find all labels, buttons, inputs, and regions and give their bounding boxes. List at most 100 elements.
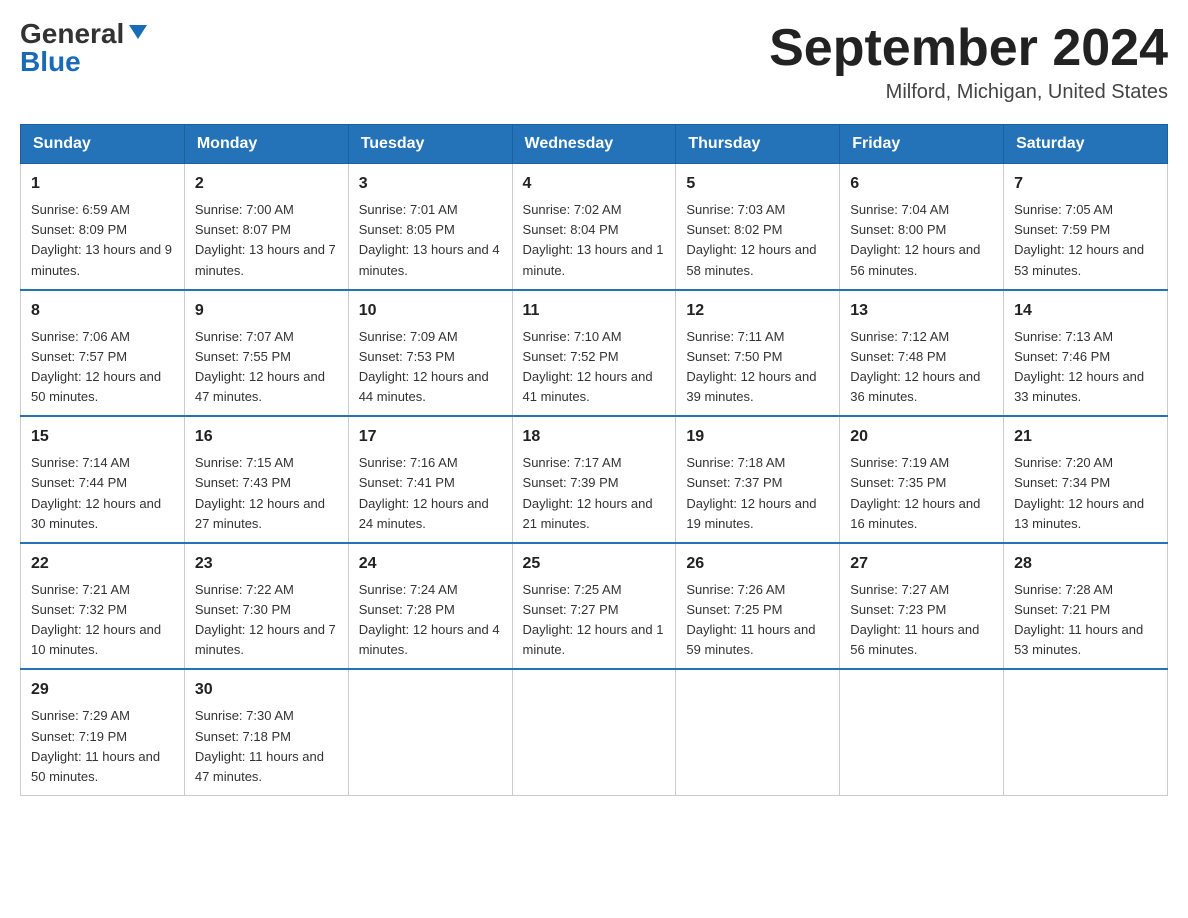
day-info: Sunrise: 7:13 AMSunset: 7:46 PMDaylight:… — [1014, 327, 1157, 408]
day-info: Sunrise: 7:25 AMSunset: 7:27 PMDaylight:… — [523, 580, 666, 661]
day-number: 30 — [195, 678, 338, 702]
calendar-cell: 14 Sunrise: 7:13 AMSunset: 7:46 PMDayligh… — [1004, 290, 1168, 417]
calendar-cell: 4 Sunrise: 7:02 AMSunset: 8:04 PMDaylight… — [512, 164, 676, 290]
day-number: 27 — [850, 552, 993, 576]
day-info: Sunrise: 7:19 AMSunset: 7:35 PMDaylight:… — [850, 453, 993, 534]
day-info: Sunrise: 7:02 AMSunset: 8:04 PMDaylight:… — [523, 200, 666, 281]
day-number: 9 — [195, 299, 338, 323]
calendar-cell: 1 Sunrise: 6:59 AMSunset: 8:09 PMDaylight… — [21, 164, 185, 290]
day-number: 18 — [523, 425, 666, 449]
day-info: Sunrise: 7:14 AMSunset: 7:44 PMDaylight:… — [31, 453, 174, 534]
day-number: 26 — [686, 552, 829, 576]
day-number: 28 — [1014, 552, 1157, 576]
logo: General Blue — [20, 20, 149, 76]
day-number: 17 — [359, 425, 502, 449]
day-number: 25 — [523, 552, 666, 576]
day-number: 22 — [31, 552, 174, 576]
calendar-cell: 25 Sunrise: 7:25 AMSunset: 7:27 PMDayligh… — [512, 543, 676, 670]
day-number: 7 — [1014, 172, 1157, 196]
column-header-saturday: Saturday — [1004, 125, 1168, 164]
column-header-monday: Monday — [184, 125, 348, 164]
calendar-cell: 11 Sunrise: 7:10 AMSunset: 7:52 PMDayligh… — [512, 290, 676, 417]
day-info: Sunrise: 7:00 AMSunset: 8:07 PMDaylight:… — [195, 200, 338, 281]
day-number: 16 — [195, 425, 338, 449]
calendar-week-row: 1 Sunrise: 6:59 AMSunset: 8:09 PMDaylight… — [21, 164, 1168, 290]
day-number: 6 — [850, 172, 993, 196]
day-number: 13 — [850, 299, 993, 323]
day-info: Sunrise: 7:05 AMSunset: 7:59 PMDaylight:… — [1014, 200, 1157, 281]
day-number: 1 — [31, 172, 174, 196]
month-year-title: September 2024 — [769, 20, 1168, 77]
calendar-cell: 18Sunrise: 7:17 AMSunset: 7:39 PMDayligh… — [512, 416, 676, 543]
day-number: 20 — [850, 425, 993, 449]
calendar-cell: 24 Sunrise: 7:24 AMSunset: 7:28 PMDayligh… — [348, 543, 512, 670]
calendar-cell: 9 Sunrise: 7:07 AMSunset: 7:55 PMDaylight… — [184, 290, 348, 417]
calendar-week-row: 22 Sunrise: 7:21 AMSunset: 7:32 PMDayligh… — [21, 543, 1168, 670]
day-info: Sunrise: 7:11 AMSunset: 7:50 PMDaylight:… — [686, 327, 829, 408]
day-info: Sunrise: 7:26 AMSunset: 7:25 PMDaylight:… — [686, 580, 829, 661]
day-number: 24 — [359, 552, 502, 576]
day-info: Sunrise: 7:09 AMSunset: 7:53 PMDaylight:… — [359, 327, 502, 408]
day-number: 4 — [523, 172, 666, 196]
calendar-cell — [676, 669, 840, 795]
calendar-cell: 5Sunrise: 7:03 AMSunset: 8:02 PMDaylight… — [676, 164, 840, 290]
calendar-cell — [348, 669, 512, 795]
calendar-cell: 3 Sunrise: 7:01 AMSunset: 8:05 PMDaylight… — [348, 164, 512, 290]
calendar-cell — [840, 669, 1004, 795]
column-header-friday: Friday — [840, 125, 1004, 164]
title-block: September 2024 Milford, Michigan, United… — [769, 20, 1168, 104]
day-number: 5 — [686, 172, 829, 196]
day-info: Sunrise: 7:20 AMSunset: 7:34 PMDaylight:… — [1014, 453, 1157, 534]
calendar-cell: 28 Sunrise: 7:28 AMSunset: 7:21 PMDayligh… — [1004, 543, 1168, 670]
day-number: 2 — [195, 172, 338, 196]
calendar-week-row: 8 Sunrise: 7:06 AMSunset: 7:57 PMDaylight… — [21, 290, 1168, 417]
calendar-cell: 2 Sunrise: 7:00 AMSunset: 8:07 PMDaylight… — [184, 164, 348, 290]
calendar-cell: 7 Sunrise: 7:05 AMSunset: 7:59 PMDaylight… — [1004, 164, 1168, 290]
calendar-cell: 19 Sunrise: 7:18 AMSunset: 7:37 PMDayligh… — [676, 416, 840, 543]
calendar-cell: 12 Sunrise: 7:11 AMSunset: 7:50 PMDayligh… — [676, 290, 840, 417]
day-info: Sunrise: 7:21 AMSunset: 7:32 PMDaylight:… — [31, 580, 174, 661]
column-header-wednesday: Wednesday — [512, 125, 676, 164]
day-number: 12 — [686, 299, 829, 323]
day-info: Sunrise: 7:12 AMSunset: 7:48 PMDaylight:… — [850, 327, 993, 408]
calendar-table: SundayMondayTuesdayWednesdayThursdayFrid… — [20, 124, 1168, 796]
calendar-cell — [1004, 669, 1168, 795]
day-info: Sunrise: 7:30 AMSunset: 7:18 PMDaylight:… — [195, 706, 338, 787]
day-info: Sunrise: 7:24 AMSunset: 7:28 PMDaylight:… — [359, 580, 502, 661]
day-number: 8 — [31, 299, 174, 323]
calendar-cell: 26 Sunrise: 7:26 AMSunset: 7:25 PMDayligh… — [676, 543, 840, 670]
day-info: Sunrise: 7:01 AMSunset: 8:05 PMDaylight:… — [359, 200, 502, 281]
day-number: 3 — [359, 172, 502, 196]
day-number: 19 — [686, 425, 829, 449]
location-subtitle: Milford, Michigan, United States — [769, 81, 1168, 104]
day-info: Sunrise: 7:29 AMSunset: 7:19 PMDaylight:… — [31, 706, 174, 787]
day-number: 11 — [523, 299, 666, 323]
day-info: Sunrise: 7:06 AMSunset: 7:57 PMDaylight:… — [31, 327, 174, 408]
day-info: Sunrise: 7:15 AMSunset: 7:43 PMDaylight:… — [195, 453, 338, 534]
calendar-cell: 10Sunrise: 7:09 AMSunset: 7:53 PMDayligh… — [348, 290, 512, 417]
day-info: Sunrise: 7:07 AMSunset: 7:55 PMDaylight:… — [195, 327, 338, 408]
page-header: General Blue September 2024 Milford, Mic… — [20, 20, 1168, 104]
calendar-cell: 22 Sunrise: 7:21 AMSunset: 7:32 PMDayligh… — [21, 543, 185, 670]
day-info: Sunrise: 7:18 AMSunset: 7:37 PMDaylight:… — [686, 453, 829, 534]
column-header-sunday: Sunday — [21, 125, 185, 164]
calendar-cell: 27 Sunrise: 7:27 AMSunset: 7:23 PMDayligh… — [840, 543, 1004, 670]
column-header-thursday: Thursday — [676, 125, 840, 164]
logo-triangle-icon — [127, 21, 149, 43]
day-info: Sunrise: 7:27 AMSunset: 7:23 PMDaylight:… — [850, 580, 993, 661]
calendar-week-row: 29Sunrise: 7:29 AMSunset: 7:19 PMDayligh… — [21, 669, 1168, 795]
logo-blue: Blue — [20, 46, 81, 77]
calendar-cell: 6 Sunrise: 7:04 AMSunset: 8:00 PMDaylight… — [840, 164, 1004, 290]
day-info: Sunrise: 7:04 AMSunset: 8:00 PMDaylight:… — [850, 200, 993, 281]
day-info: Sunrise: 7:10 AMSunset: 7:52 PMDaylight:… — [523, 327, 666, 408]
calendar-cell: 29Sunrise: 7:29 AMSunset: 7:19 PMDayligh… — [21, 669, 185, 795]
day-number: 14 — [1014, 299, 1157, 323]
day-number: 23 — [195, 552, 338, 576]
calendar-cell: 16 Sunrise: 7:15 AMSunset: 7:43 PMDayligh… — [184, 416, 348, 543]
calendar-cell: 21Sunrise: 7:20 AMSunset: 7:34 PMDayligh… — [1004, 416, 1168, 543]
calendar-cell: 20 Sunrise: 7:19 AMSunset: 7:35 PMDayligh… — [840, 416, 1004, 543]
calendar-cell: 23Sunrise: 7:22 AMSunset: 7:30 PMDayligh… — [184, 543, 348, 670]
day-info: Sunrise: 6:59 AMSunset: 8:09 PMDaylight:… — [31, 200, 174, 281]
day-info: Sunrise: 7:28 AMSunset: 7:21 PMDaylight:… — [1014, 580, 1157, 661]
calendar-header-row: SundayMondayTuesdayWednesdayThursdayFrid… — [21, 125, 1168, 164]
